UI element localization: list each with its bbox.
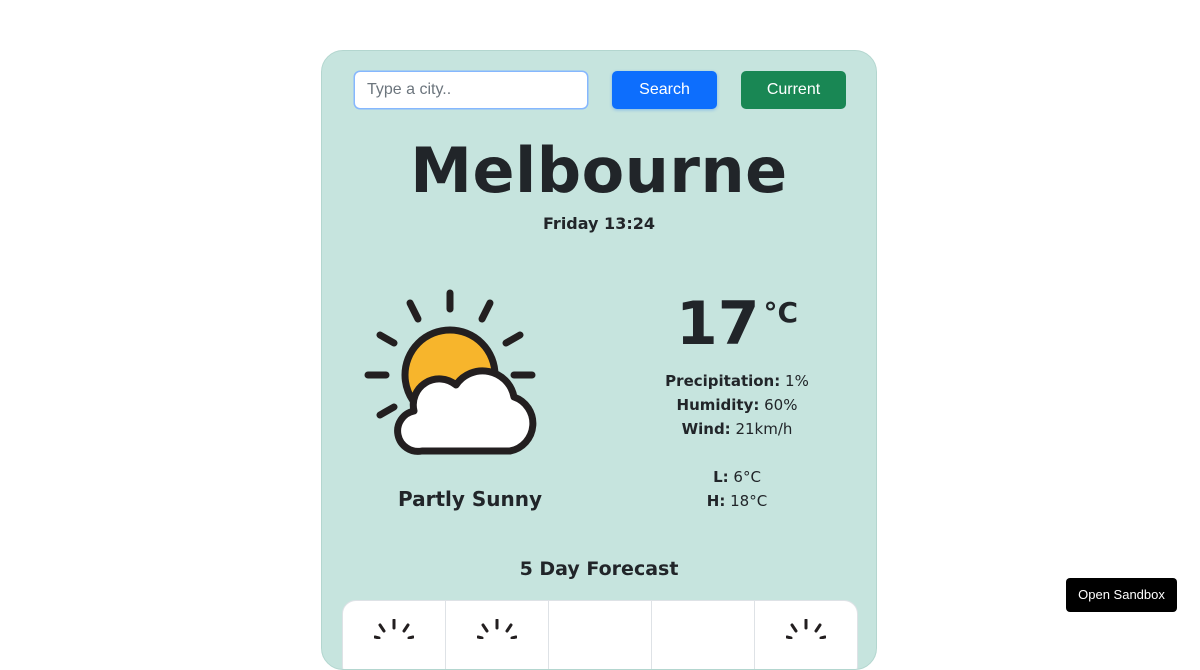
precipitation-row: Precipitation: 1% xyxy=(642,369,832,393)
date-time: Friday 13:24 xyxy=(543,214,655,233)
humidity-row: Humidity: 60% xyxy=(642,393,832,417)
city-search-input[interactable] xyxy=(354,71,588,109)
temperature-unit: °C xyxy=(763,296,799,329)
low-temp-row: L: 6°C xyxy=(642,465,832,489)
precipitation-value: 1% xyxy=(785,372,809,390)
open-sandbox-button[interactable]: Open Sandbox xyxy=(1066,578,1177,612)
sun-icon xyxy=(477,619,517,639)
forecast-day xyxy=(755,601,857,669)
forecast-list xyxy=(342,600,858,669)
search-bar: Search Current xyxy=(354,71,846,109)
weather-card: Search Current Melbourne Friday 13:24 Pa… xyxy=(321,50,877,670)
humidity-label: Humidity: xyxy=(676,396,760,414)
low-temp-label: L: xyxy=(713,468,729,486)
low-temp-value: 6°C xyxy=(733,468,761,486)
forecast-day xyxy=(343,601,446,669)
precipitation-label: Precipitation: xyxy=(665,372,781,390)
sun-icon xyxy=(786,619,826,639)
forecast-day xyxy=(652,601,755,669)
wind-row: Wind: 21km/h xyxy=(642,417,832,441)
forecast-day xyxy=(446,601,549,669)
high-temp-value: 18°C xyxy=(730,492,768,510)
search-button[interactable]: Search xyxy=(612,71,717,109)
high-temp-row: H: 18°C xyxy=(642,489,832,513)
wind-label: Wind: xyxy=(681,420,731,438)
temperature-display: 17 °C xyxy=(622,289,852,359)
humidity-value: 60% xyxy=(764,396,798,414)
temperature-value: 17 xyxy=(675,289,760,359)
forecast-day xyxy=(549,601,652,669)
current-location-button[interactable]: Current xyxy=(741,71,846,109)
partly-sunny-icon xyxy=(364,289,544,459)
wind-value: 21km/h xyxy=(735,420,793,438)
forecast-title: 5 Day Forecast xyxy=(519,558,679,580)
weather-description: Partly Sunny xyxy=(397,487,543,511)
sun-icon xyxy=(374,619,414,639)
high-temp-label: H: xyxy=(706,492,726,510)
weather-details: Precipitation: 1% Humidity: 60% Wind: 21… xyxy=(642,369,832,513)
city-name: Melbourne xyxy=(410,134,788,207)
